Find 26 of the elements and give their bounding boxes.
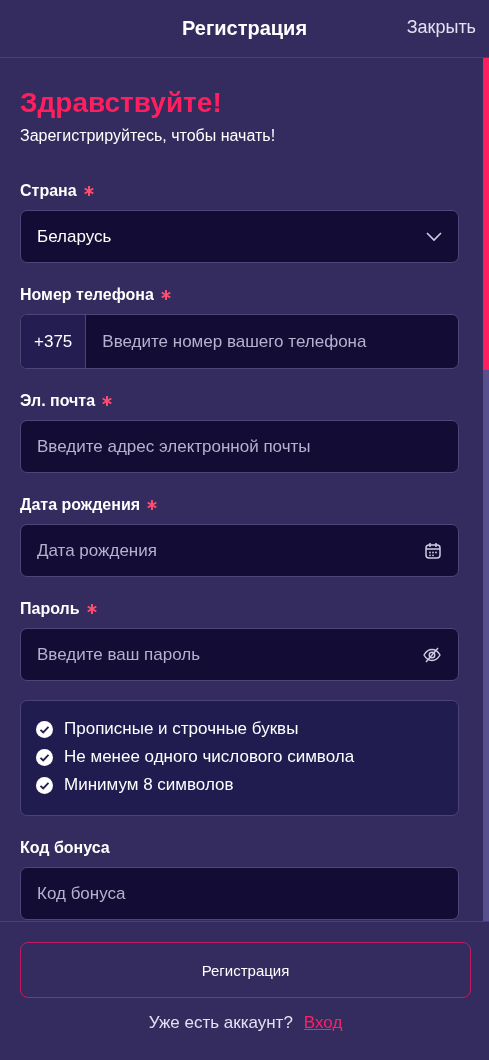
greeting-subtitle: Зарегистрируйтесь, чтобы начать! <box>20 127 277 145</box>
eye-slash-icon[interactable] <box>422 645 442 664</box>
page-title: Регистрация <box>181 17 308 40</box>
chevron-down-icon <box>426 231 442 242</box>
scrollbar-thumb[interactable] <box>483 58 489 370</box>
calendar-icon[interactable] <box>424 541 442 560</box>
field-label: Пароль <box>20 600 80 618</box>
field-label: Страна <box>20 182 77 200</box>
rule-text: Не менее одного числового символа <box>64 747 355 767</box>
input-field[interactable]: Код бонуса <box>20 867 459 920</box>
field-label: Код бонуса <box>20 839 110 857</box>
field-label: Номер телефона <box>20 286 154 304</box>
rule-text: Прописные и строчные буквы <box>64 719 299 739</box>
close-button[interactable]: Закрыть <box>406 17 476 38</box>
field-label: Дата рождения <box>20 496 141 514</box>
register-button[interactable]: Регистрация <box>20 942 471 998</box>
field-label: Эл. почта <box>20 392 96 410</box>
placeholder-text: Введите ваш пароль <box>37 644 202 665</box>
date-input-field[interactable]: Дата рождения <box>20 524 459 577</box>
greeting-title: Здравствуйте! <box>20 86 223 120</box>
rule-text: Минимум 8 символов <box>64 775 234 795</box>
country-select[interactable]: Беларусь <box>20 210 459 263</box>
account-prompt: Уже есть аккаунт? <box>148 1013 293 1033</box>
password-input-field[interactable]: Введите ваш пароль <box>20 628 459 681</box>
placeholder-text: Дата рождения <box>37 540 158 561</box>
input-field[interactable]: Введите адрес электронной почты <box>20 420 459 473</box>
